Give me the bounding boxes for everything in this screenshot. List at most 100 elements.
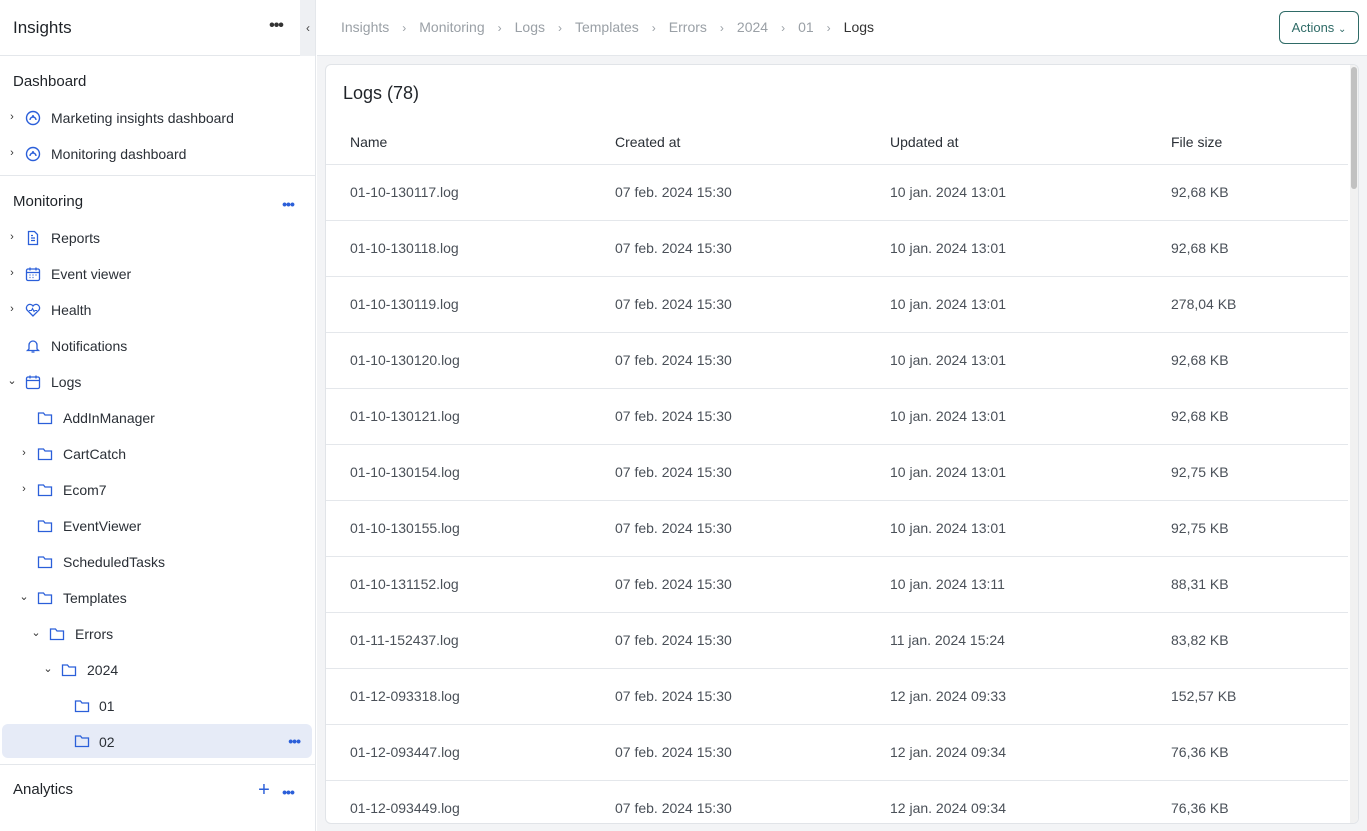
table-row[interactable]: 01-10-130154.log 07 feb. 2024 15:30 10 jan… [326,445,1348,501]
chevron-down-icon[interactable]: ⌄ [18,591,30,603]
cell-created: 07 feb. 2024 15:30 [615,464,732,480]
breadcrumb-item[interactable]: 2024 [737,19,768,35]
cell-size: 88,31 KB [1171,576,1229,592]
chevron-right-icon[interactable]: › [18,483,30,495]
sidebar-item-scheduledtasks[interactable]: ScheduledTasks [0,546,315,578]
chevron-down-icon[interactable]: ⌄ [6,375,18,387]
cell-size: 92,75 KB [1171,464,1229,480]
table-row[interactable]: 01-10-130121.log 07 feb. 2024 15:30 10 jan… [326,389,1348,445]
cell-name: 01-10-130117.log [350,184,459,200]
scrollbar[interactable] [1350,65,1358,823]
sidebar-item-ecom7[interactable]: › Ecom7 [0,474,315,506]
cell-name: 01-10-130154.log [350,464,460,480]
chevron-right-icon: › [781,21,786,35]
sidebar-item-02[interactable]: 02 ••• [2,724,312,758]
sidebar-item-event-viewer[interactable]: › Event viewer [0,258,315,290]
cell-name: 01-12-093449.log [350,800,460,816]
sidebar-item-label: 01 [99,698,115,714]
sidebar-item-health[interactable]: › Health [0,294,315,326]
sidebar-item-label: Monitoring dashboard [51,146,187,162]
breadcrumb-item[interactable]: Monitoring [419,19,484,35]
sidebar-item-logs[interactable]: ⌄ Logs [0,366,315,398]
scrollbar-thumb[interactable] [1351,67,1357,189]
cell-updated: 10 jan. 2024 13:01 [890,296,1006,312]
sidebar-item-monitoring-dashboard[interactable]: › Monitoring dashboard [0,138,315,170]
cell-name: 01-11-152437.log [350,632,459,648]
breadcrumb-item[interactable]: Templates [575,19,639,35]
breadcrumb-item[interactable]: 01 [798,19,814,35]
sidebar-item-label: Logs [51,374,82,390]
chevron-right-icon[interactable]: › [6,231,18,243]
chevron-right-icon[interactable]: › [6,267,18,279]
cell-name: 01-10-130118.log [350,240,459,256]
chevron-right-icon[interactable]: › [6,147,18,159]
chevron-right-icon[interactable]: › [6,111,18,123]
chevron-right-icon[interactable]: › [18,447,30,459]
table-row[interactable]: 01-12-093449.log 07 feb. 2024 15:30 12 jan… [326,781,1348,823]
table-row[interactable]: 01-12-093447.log 07 feb. 2024 15:30 12 jan… [326,725,1348,781]
dashboard-icon [25,110,41,126]
cell-created: 07 feb. 2024 15:30 [615,184,732,200]
sidebar-item-cartcatch[interactable]: › CartCatch [0,438,315,470]
folder-icon [37,520,53,533]
sidebar-item-reports[interactable]: › Reports [0,222,315,254]
breadcrumb-item[interactable]: Insights [341,19,389,35]
chevron-down-icon[interactable]: ⌄ [30,627,42,639]
cell-size: 83,82 KB [1171,632,1229,648]
sidebar-item-notifications[interactable]: Notifications [0,330,315,362]
table-row[interactable]: 01-10-130118.log 07 feb. 2024 15:30 10 jan… [326,221,1348,277]
sidebar-item-templates[interactable]: ⌄ Templates [0,582,315,614]
sidebar-item-01[interactable]: 01 [0,690,315,722]
calendar-icon [25,267,41,282]
table-row[interactable]: 01-10-130119.log 07 feb. 2024 15:30 10 jan… [326,277,1348,333]
more-icon[interactable]: ••• [266,18,286,38]
cell-created: 07 feb. 2024 15:30 [615,240,732,256]
more-icon[interactable]: ••• [278,785,298,803]
sidebar-item-addinmanager[interactable]: AddInManager [0,402,315,434]
breadcrumb-item[interactable]: Errors [669,19,707,35]
sidebar-item-2024[interactable]: ⌄ 2024 [0,654,315,686]
cell-updated: 10 jan. 2024 13:01 [890,464,1006,480]
cell-size: 92,68 KB [1171,184,1229,200]
column-header-name[interactable]: Name [350,134,387,150]
cell-created: 07 feb. 2024 15:30 [615,632,732,648]
table-row[interactable]: 01-11-152437.log 07 feb. 2024 15:30 11 jan… [326,613,1348,669]
sidebar-item-marketing-insights-dashboard[interactable]: › Marketing insights dashboard [0,102,315,134]
folder-icon [37,412,53,425]
cell-name: 01-10-131152.log [350,576,459,592]
chevron-right-icon: › [497,21,502,35]
table-row[interactable]: 01-10-130117.log 07 feb. 2024 15:30 10 jan… [326,165,1348,221]
folder-icon [49,628,65,641]
column-header-size[interactable]: File size [1171,134,1222,150]
table-row[interactable]: 01-10-130120.log 07 feb. 2024 15:30 10 jan… [326,333,1348,389]
sidebar-item-errors[interactable]: ⌄ Errors [0,618,315,650]
table-row[interactable]: 01-10-130155.log 07 feb. 2024 15:30 10 jan… [326,501,1348,557]
cell-size: 92,68 KB [1171,408,1229,424]
cell-name: 01-10-130119.log [350,296,459,312]
column-header-updated[interactable]: Updated at [890,134,959,150]
actions-label: Actions [1291,20,1335,35]
table-row[interactable]: 01-12-093318.log 07 feb. 2024 15:30 12 jan… [326,669,1348,725]
chevron-down-icon[interactable]: ⌄ [42,663,54,675]
collapse-sidebar-button[interactable]: ‹ [300,0,315,56]
sidebar-item-label: Reports [51,230,101,246]
sidebar-item-eventviewer[interactable]: EventViewer [0,510,315,542]
sidebar-item-label: Templates [63,590,127,606]
sidebar-item-label: ScheduledTasks [63,554,165,570]
table-row[interactable]: 01-10-131152.log 07 feb. 2024 15:30 10 jan… [326,557,1348,613]
cell-updated: 12 jan. 2024 09:33 [890,688,1006,704]
cell-updated: 12 jan. 2024 09:34 [890,800,1006,816]
sidebar-item-label: Ecom7 [63,482,107,498]
column-header-created[interactable]: Created at [615,134,680,150]
more-icon[interactable]: ••• [288,734,301,748]
actions-button[interactable]: Actions ⌄ [1279,11,1359,44]
breadcrumb-item[interactable]: Logs [515,19,545,35]
panel-title: Logs (78) [343,83,420,103]
chevron-right-icon[interactable]: › [6,303,18,315]
add-icon[interactable]: + [256,780,272,800]
breadcrumb-current: Logs [843,19,875,35]
cell-created: 07 feb. 2024 15:30 [615,744,732,760]
more-icon[interactable]: ••• [278,197,298,215]
chevron-right-icon: › [719,21,724,35]
folder-icon [74,735,90,748]
